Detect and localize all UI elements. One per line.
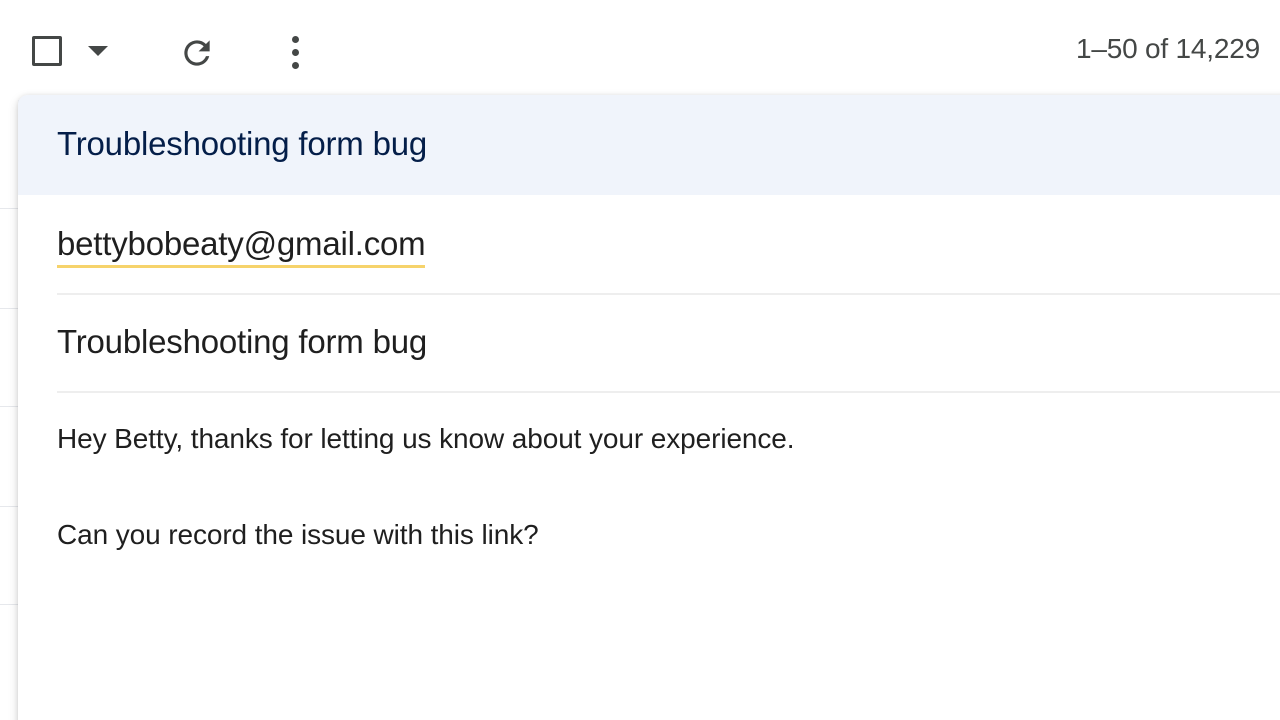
pagination-label: 1–50 of 14,229 xyxy=(1075,33,1260,64)
gmail-page: 1–50 of 14,229 Troubleshooting form bug … xyxy=(0,0,1280,720)
select-all-checkbox-icon[interactable] xyxy=(32,36,62,66)
compose-header[interactable]: Troubleshooting form bug xyxy=(18,95,1280,195)
body-line: Hey Betty, thanks for letting us know ab… xyxy=(57,423,795,454)
select-menu-caret-down-icon[interactable] xyxy=(88,46,108,56)
to-field[interactable]: bettybobeaty@gmail.com xyxy=(57,195,1280,295)
mail-list-background xyxy=(0,100,18,720)
more-options-icon[interactable] xyxy=(286,36,306,70)
message-body[interactable]: Hey Betty, thanks for letting us know ab… xyxy=(57,393,1277,713)
body-line: Can you record the issue with this link? xyxy=(57,519,539,550)
recipient-chip[interactable]: bettybobeaty@gmail.com xyxy=(57,225,426,268)
refresh-icon[interactable] xyxy=(178,34,216,72)
subject-row: Troubleshooting form bug xyxy=(57,293,1280,393)
compose-title: Troubleshooting form bug xyxy=(57,125,428,162)
mail-list-toolbar: 1–50 of 14,229 xyxy=(0,0,1280,100)
compose-window: Troubleshooting form bug bettybobeaty@gm… xyxy=(18,95,1280,720)
refresh-icon-graphic xyxy=(184,40,210,66)
subject-field[interactable]: Troubleshooting form bug xyxy=(57,323,427,361)
